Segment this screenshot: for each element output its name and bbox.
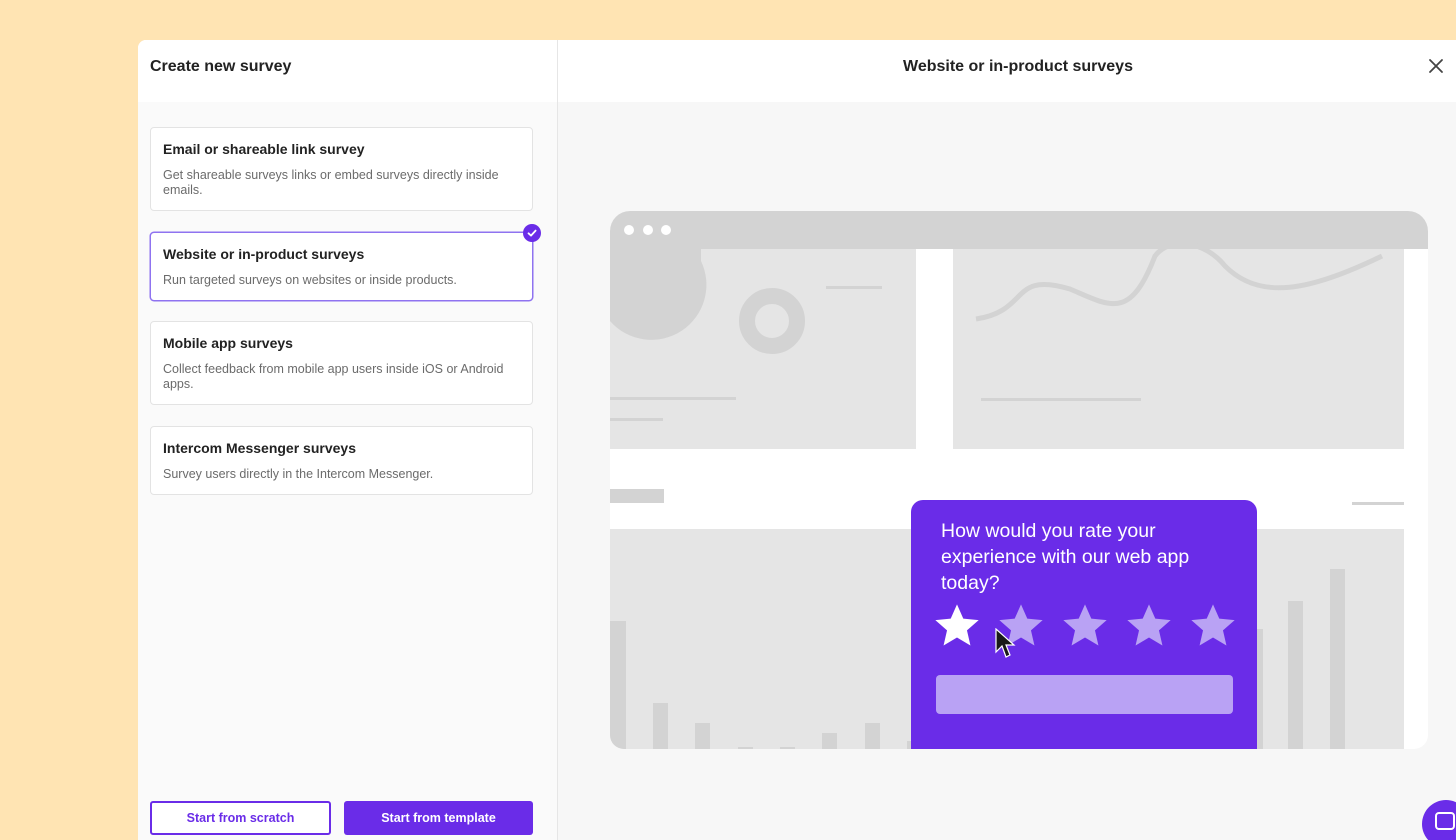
option-email-survey[interactable]: Email or shareable link survey Get share… [150, 127, 533, 211]
survey-popup-preview: How would you rate your experience with … [911, 500, 1257, 749]
option-description: Collect feedback from mobile app users i… [163, 362, 504, 391]
option-mobile-survey[interactable]: Mobile app surveys Collect feedback from… [150, 321, 533, 405]
left-header: Create new survey [138, 40, 557, 102]
start-from-scratch-button[interactable]: Start from scratch [150, 801, 331, 835]
star-icon [935, 604, 979, 646]
option-title: Mobile app surveys [163, 335, 293, 351]
survey-question: How would you rate your experience with … [941, 520, 1190, 594]
option-title: Website or in-product surveys [163, 246, 365, 262]
create-survey-modal: Create new survey Email or shareable lin… [138, 40, 1456, 840]
mouse-cursor-icon [995, 628, 1016, 658]
star-icon [1191, 604, 1235, 646]
browser-mockup-illustration: How would you rate your experience with … [610, 211, 1428, 749]
survey-submit-bar [936, 675, 1233, 714]
survey-type-panel: Create new survey Email or shareable lin… [138, 40, 558, 840]
option-description: Survey users directly in the Intercom Me… [163, 467, 434, 481]
star-icon [1127, 604, 1171, 646]
option-description: Get shareable surveys links or embed sur… [163, 168, 499, 197]
star-icon [1063, 604, 1107, 646]
preview-title: Website or in-product surveys [903, 58, 1133, 75]
modal-title: Create new survey [150, 58, 292, 75]
option-title: Intercom Messenger surveys [163, 440, 356, 456]
right-header: Website or in-product surveys [558, 40, 1456, 102]
start-from-template-button[interactable]: Start from template [344, 801, 533, 835]
option-description: Run targeted surveys on websites or insi… [163, 273, 457, 287]
check-circle-icon [523, 224, 541, 242]
option-website-survey[interactable]: Website or in-product surveys Run target… [150, 224, 541, 301]
preview-panel: Website or in-product surveys How would … [558, 40, 1456, 840]
option-title: Email or shareable link survey [163, 141, 365, 157]
star-rating [931, 600, 1239, 652]
option-messenger-survey[interactable]: Intercom Messenger surveys Survey users … [150, 426, 533, 495]
messenger-launcher-icon[interactable] [1422, 800, 1456, 840]
close-icon[interactable] [1428, 58, 1444, 74]
